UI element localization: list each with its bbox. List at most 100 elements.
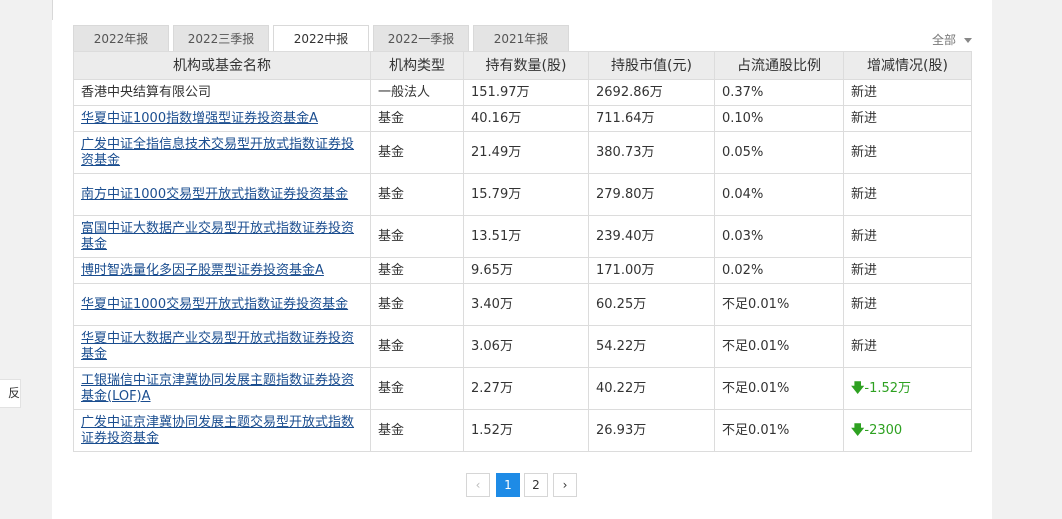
- table-row: 南方中证1000交易型开放式指数证券投资基金 基金 15.79万 279.80万 0.0…: [73, 173, 972, 216]
- change-value: 新进: [851, 338, 878, 354]
- table-row: 广发中证全指信息技术交易型开放式指数证券投资基金 基金 21.49万 380.73万 0…: [73, 131, 972, 174]
- table-row: 广发中证京津冀协同发展主题交易型开放式指数证券投资基金 基金 1.52万 26.93万…: [73, 409, 972, 452]
- cell-ratio: 不足0.01%: [714, 283, 844, 326]
- cell-value: 711.64万: [588, 105, 715, 132]
- cell-value: 54.22万: [588, 325, 715, 368]
- change-value: 新进: [851, 144, 878, 160]
- cell-type: 基金: [370, 283, 464, 326]
- cell-change: 新进: [843, 257, 972, 284]
- table-row: 华夏中证1000交易型开放式指数证券投资基金 基金 3.40万 60.25万 不足0.0…: [73, 283, 972, 326]
- feedback-tab[interactable]: 反馈: [0, 379, 21, 408]
- cell-name: 工银瑞信中证京津冀协同发展主题指数证券投资基金(LOF)A: [73, 367, 371, 410]
- cell-value: 40.22万: [588, 367, 715, 410]
- cell-name: 富国中证大数据产业交易型开放式指数证券投资基金: [73, 215, 371, 258]
- change-value: 新进: [851, 296, 878, 312]
- panel-divider: [52, 0, 53, 20]
- cell-type: 基金: [370, 105, 464, 132]
- tab-2022-q1[interactable]: 2022一季报: [373, 25, 469, 51]
- cell-type: 基金: [370, 325, 464, 368]
- cell-shares: 40.16万: [463, 105, 589, 132]
- cell-change: 新进: [843, 105, 972, 132]
- cell-type: 基金: [370, 131, 464, 174]
- prev-page-button[interactable]: ‹: [466, 473, 490, 497]
- institution-name: 香港中央结算有限公司: [81, 84, 212, 100]
- cell-name: 香港中央结算有限公司: [73, 79, 371, 106]
- change-value: 新进: [851, 228, 878, 244]
- cell-ratio: 0.37%: [714, 79, 844, 106]
- cell-change: 新进: [843, 283, 972, 326]
- change-value: -2300: [864, 422, 903, 438]
- cell-type: 一般法人: [370, 79, 464, 106]
- cell-type: 基金: [370, 215, 464, 258]
- col-header-name: 机构或基金名称: [73, 51, 371, 80]
- cell-ratio: 不足0.01%: [714, 367, 844, 410]
- cell-value: 26.93万: [588, 409, 715, 452]
- change-value: 新进: [851, 262, 878, 278]
- cell-name: 南方中证1000交易型开放式指数证券投资基金: [73, 173, 371, 216]
- cell-type: 基金: [370, 409, 464, 452]
- fund-name-link[interactable]: 华夏中证大数据产业交易型开放式指数证券投资基金: [81, 331, 354, 362]
- holder-type-filter[interactable]: 全部: [932, 31, 972, 48]
- table-header-row: 机构或基金名称 机构类型 持有数量(股) 持股市值(元) 占流通股比例 增减情况…: [73, 51, 972, 80]
- tab-2021-annual[interactable]: 2021年报: [473, 25, 569, 51]
- cell-shares: 9.65万: [463, 257, 589, 284]
- cell-shares: 2.27万: [463, 367, 589, 410]
- fund-name-link[interactable]: 广发中证京津冀协同发展主题交易型开放式指数证券投资基金: [81, 415, 354, 446]
- cell-ratio: 不足0.01%: [714, 409, 844, 452]
- chevron-down-icon: [964, 38, 972, 43]
- tab-2022-interim[interactable]: 2022中报: [273, 25, 369, 51]
- cell-change: 新进: [843, 131, 972, 174]
- arrow-down-icon: 🡇: [851, 422, 865, 438]
- fund-name-link[interactable]: 华夏中证1000交易型开放式指数证券投资基金: [81, 297, 348, 312]
- fund-name-link[interactable]: 富国中证大数据产业交易型开放式指数证券投资基金: [81, 221, 354, 252]
- cell-shares: 15.79万: [463, 173, 589, 216]
- cell-name: 广发中证京津冀协同发展主题交易型开放式指数证券投资基金: [73, 409, 371, 452]
- tab-2022-annual[interactable]: 2022年报: [73, 25, 169, 51]
- cell-shares: 1.52万: [463, 409, 589, 452]
- next-page-button[interactable]: ›: [553, 473, 577, 497]
- fund-name-link[interactable]: 博时智选量化多因子股票型证券投资基金A: [81, 263, 324, 278]
- cell-name: 华夏中证1000交易型开放式指数证券投资基金: [73, 283, 371, 326]
- fund-name-link[interactable]: 华夏中证1000指数增强型证券投资基金A: [81, 111, 318, 126]
- cell-shares: 13.51万: [463, 215, 589, 258]
- cell-ratio: 0.02%: [714, 257, 844, 284]
- fund-name-link[interactable]: 工银瑞信中证京津冀协同发展主题指数证券投资基金(LOF)A: [81, 373, 354, 404]
- cell-change: 🡇-2300: [843, 409, 972, 452]
- cell-value: 60.25万: [588, 283, 715, 326]
- change-value: 新进: [851, 110, 878, 126]
- cell-ratio: 0.04%: [714, 173, 844, 216]
- fund-name-link[interactable]: 南方中证1000交易型开放式指数证券投资基金: [81, 187, 348, 202]
- cell-shares: 151.97万: [463, 79, 589, 106]
- change-value: 新进: [851, 84, 878, 100]
- col-header-change: 增减情况(股): [843, 51, 972, 80]
- cell-shares: 3.40万: [463, 283, 589, 326]
- cell-name: 广发中证全指信息技术交易型开放式指数证券投资基金: [73, 131, 371, 174]
- cell-ratio: 不足0.01%: [714, 325, 844, 368]
- cell-name: 华夏中证大数据产业交易型开放式指数证券投资基金: [73, 325, 371, 368]
- cell-shares: 3.06万: [463, 325, 589, 368]
- cell-name: 博时智选量化多因子股票型证券投资基金A: [73, 257, 371, 284]
- cell-value: 171.00万: [588, 257, 715, 284]
- cell-change: 新进: [843, 79, 972, 106]
- arrow-down-icon: 🡇: [851, 380, 865, 396]
- cell-value: 279.80万: [588, 173, 715, 216]
- col-header-shares: 持有数量(股): [463, 51, 589, 80]
- cell-ratio: 0.03%: [714, 215, 844, 258]
- cell-value: 2692.86万: [588, 79, 715, 106]
- page-1-button[interactable]: 1: [496, 473, 520, 497]
- cell-shares: 21.49万: [463, 131, 589, 174]
- table-row: 博时智选量化多因子股票型证券投资基金A 基金 9.65万 171.00万 0.02% 新进: [73, 257, 972, 284]
- col-header-ratio: 占流通股比例: [714, 51, 844, 80]
- page-2-button[interactable]: 2: [524, 473, 548, 497]
- fund-name-link[interactable]: 广发中证全指信息技术交易型开放式指数证券投资基金: [81, 137, 354, 168]
- table-row: 工银瑞信中证京津冀协同发展主题指数证券投资基金(LOF)A 基金 2.27万 40.2…: [73, 367, 972, 410]
- holders-panel: 2022年报 2022三季报 2022中报 2022一季报 2021年报 全部 …: [52, 0, 992, 519]
- tab-2022-q3[interactable]: 2022三季报: [173, 25, 269, 51]
- cell-ratio: 0.10%: [714, 105, 844, 132]
- cell-value: 239.40万: [588, 215, 715, 258]
- table-row: 华夏中证1000指数增强型证券投资基金A 基金 40.16万 711.64万 0.10%…: [73, 105, 972, 132]
- table-row: 华夏中证大数据产业交易型开放式指数证券投资基金 基金 3.06万 54.22万 不足0.…: [73, 325, 972, 368]
- cell-change: 新进: [843, 215, 972, 258]
- cell-type: 基金: [370, 257, 464, 284]
- cell-type: 基金: [370, 367, 464, 410]
